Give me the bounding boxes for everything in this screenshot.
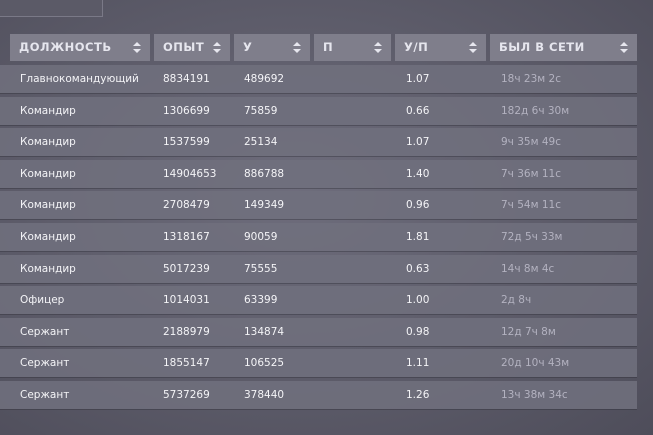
cell-kills: 75555 (244, 263, 278, 275)
cell-kills: 25134 (244, 136, 278, 148)
sort-updown-icon (374, 42, 382, 53)
column-header-label: ДОЛЖНОСТЬ (19, 40, 112, 54)
sort-updown-icon (620, 42, 628, 53)
cell-last-seen: 12д 7ч 8м (501, 326, 556, 338)
cell-exp: 5737269 (163, 389, 210, 401)
table-row[interactable]: Командир 14904653 886788 1.40 7ч 36м 11с (0, 160, 637, 188)
cell-last-seen: 20д 10ч 43м (501, 357, 570, 369)
table-row[interactable]: Командир 1537599 25134 1.07 9ч 35м 49с (0, 128, 637, 156)
sort-updown-icon (213, 42, 221, 53)
column-header-label: У/П (404, 40, 429, 54)
column-header-label: ОПЫТ (163, 40, 205, 54)
cell-last-seen: 18ч 23м 2с (501, 73, 561, 85)
cell-rank: Главнокомандующий (20, 73, 139, 85)
clan-members-table: ДОЛЖНОСТЬ ОПЫТ У П У/П БЫЛ В СЕТИ Главнокоман… (0, 34, 637, 409)
cell-kd: 1.07 (406, 136, 430, 148)
cell-exp: 1306699 (163, 105, 210, 117)
cell-kills: 90059 (244, 231, 278, 243)
cell-kd: 1.81 (406, 231, 430, 243)
cell-last-seen: 72д 5ч 33м (501, 231, 563, 243)
cell-kills: 75859 (244, 105, 278, 117)
table-row[interactable]: Сержант 1855147 106525 1.11 20д 10ч 43м (0, 349, 637, 377)
cell-exp: 1537599 (163, 136, 210, 148)
column-header-last-seen[interactable]: БЫЛ В СЕТИ (490, 34, 637, 61)
cell-kills: 149349 (244, 199, 285, 211)
cell-kd: 0.66 (406, 105, 430, 117)
cell-rank: Командир (20, 263, 76, 275)
cell-exp: 2708479 (163, 199, 210, 211)
cell-exp: 14904653 (163, 168, 217, 180)
cell-exp: 1014031 (163, 294, 210, 306)
sort-updown-icon (293, 42, 301, 53)
sort-updown-icon (133, 42, 141, 53)
table-row[interactable]: Сержант 2188979 134874 0.98 12д 7ч 8м (0, 318, 637, 346)
column-header-label: БЫЛ В СЕТИ (499, 40, 585, 54)
table-row[interactable]: Командир 1318167 90059 1.81 72д 5ч 33м (0, 223, 637, 251)
sort-updown-icon (469, 42, 477, 53)
table-row[interactable]: Командир 1306699 75859 0.66 182д 6ч 30м (0, 97, 637, 125)
cell-kd: 1.26 (406, 389, 430, 401)
cell-exp: 5017239 (163, 263, 210, 275)
cell-rank: Сержант (20, 326, 70, 338)
cell-kd: 0.98 (406, 326, 430, 338)
cell-kd: 1.11 (406, 357, 430, 369)
cell-exp: 8834191 (163, 73, 210, 85)
table-row[interactable]: Сержант 5737269 378440 1.26 13ч 38м 34с (0, 381, 637, 409)
cell-last-seen: 7ч 54м 11с (501, 199, 561, 211)
table-header: ДОЛЖНОСТЬ ОПЫТ У П У/П БЫЛ В СЕТИ (0, 34, 637, 62)
cell-rank: Офицер (20, 294, 65, 306)
cell-kills: 489692 (244, 73, 285, 85)
cell-rank: Командир (20, 105, 76, 117)
cell-exp: 1318167 (163, 231, 210, 243)
table-row[interactable]: Офицер 1014031 63399 1.00 2д 8ч (0, 286, 637, 314)
cell-kd: 1.07 (406, 73, 430, 85)
top-tab[interactable] (0, 0, 103, 17)
cell-last-seen: 9ч 35м 49с (501, 136, 561, 148)
cell-kills: 134874 (244, 326, 285, 338)
cell-kd: 1.40 (406, 168, 430, 180)
table-row[interactable]: Командир 2708479 149349 0.96 7ч 54м 11с (0, 191, 637, 219)
column-header-label: У (243, 40, 253, 54)
cell-rank: Командир (20, 168, 76, 180)
column-header-label: П (323, 40, 334, 54)
column-header-rank[interactable]: ДОЛЖНОСТЬ (10, 34, 150, 61)
table-row[interactable]: Командир 5017239 75555 0.63 14ч 8м 4с (0, 255, 637, 283)
cell-last-seen: 13ч 38м 34с (501, 389, 568, 401)
cell-last-seen: 14ч 8м 4с (501, 263, 555, 275)
cell-kd: 0.63 (406, 263, 430, 275)
cell-rank: Сержант (20, 357, 70, 369)
cell-rank: Командир (20, 136, 76, 148)
cell-kd: 1.00 (406, 294, 430, 306)
cell-rank: Командир (20, 231, 76, 243)
cell-exp: 1855147 (163, 357, 210, 369)
cell-kills: 378440 (244, 389, 285, 401)
cell-kills: 886788 (244, 168, 285, 180)
cell-exp: 2188979 (163, 326, 210, 338)
cell-last-seen: 2д 8ч (501, 294, 532, 306)
cell-kills: 63399 (244, 294, 278, 306)
column-header-kills[interactable]: У (234, 34, 310, 61)
cell-rank: Сержант (20, 389, 70, 401)
cell-rank: Командир (20, 199, 76, 211)
column-header-deaths[interactable]: П (314, 34, 391, 61)
cell-last-seen: 7ч 36м 11с (501, 168, 561, 180)
cell-last-seen: 182д 6ч 30м (501, 105, 570, 117)
cell-kd: 0.96 (406, 199, 430, 211)
column-header-kd[interactable]: У/П (395, 34, 486, 61)
table-row[interactable]: Главнокомандующий 8834191 489692 1.07 18ч 23… (0, 65, 637, 93)
column-header-exp[interactable]: ОПЫТ (154, 34, 230, 61)
cell-kills: 106525 (244, 357, 285, 369)
